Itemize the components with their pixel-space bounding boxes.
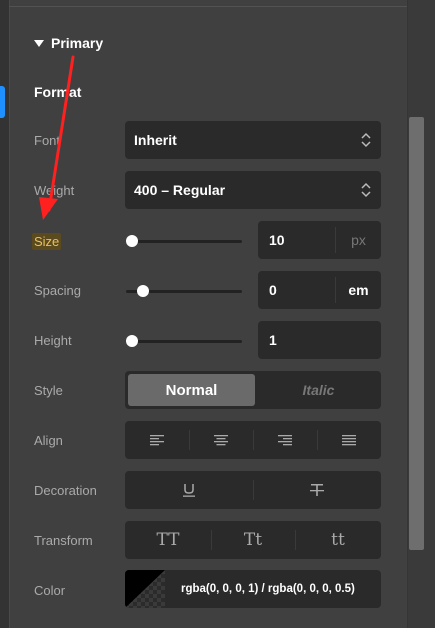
height-slider[interactable] [126, 331, 242, 351]
color-value: rgba(0, 0, 0, 1) / rgba(0, 0, 0, 0.5) [181, 583, 355, 595]
style-label: Style [34, 383, 63, 398]
decoration-label: Decoration [34, 483, 97, 498]
format-title: Format [34, 84, 82, 100]
chevron-updown-icon [361, 132, 371, 148]
scrollbar-thumb[interactable] [409, 117, 424, 550]
slider-track [126, 340, 242, 343]
triangle-down-icon [34, 39, 44, 47]
decoration-toggle [125, 471, 381, 509]
transform-capitalize-button[interactable]: Tt [211, 521, 295, 559]
align-label: Align [34, 433, 63, 448]
align-left-button[interactable] [125, 421, 189, 459]
style-toggle: Normal Italic [125, 371, 381, 409]
spacing-input[interactable]: 0 em [258, 271, 381, 309]
height-label: Height [34, 333, 72, 348]
style-normal-option[interactable]: Normal [128, 374, 255, 406]
size-slider[interactable] [126, 231, 242, 251]
transform-lowercase-button[interactable]: tt [295, 521, 381, 559]
spacing-value: 0 [269, 282, 277, 298]
active-indicator [0, 86, 5, 118]
spacing-slider[interactable] [126, 281, 242, 301]
slider-track [126, 240, 242, 243]
color-label: Color [34, 583, 66, 598]
size-value: 10 [269, 232, 285, 248]
align-toggle [125, 421, 381, 459]
section-toggle-primary[interactable]: Primary [34, 35, 103, 51]
transform-toggle: TT Tt tt [125, 521, 381, 559]
divider [9, 6, 407, 7]
font-label: Font [34, 133, 61, 148]
transform-label: Transform [34, 533, 93, 548]
style-italic-option[interactable]: Italic [256, 371, 381, 409]
strikethrough-button[interactable] [253, 471, 381, 509]
underline-icon [183, 484, 195, 497]
size-label: Size [32, 233, 62, 250]
font-select[interactable]: Inherit [125, 121, 381, 159]
height-input[interactable]: 1 [258, 321, 381, 359]
height-value: 1 [269, 332, 277, 348]
slider-handle[interactable] [137, 285, 149, 297]
color-swatch[interactable] [125, 570, 165, 608]
weight-select[interactable]: 400 – Regular [125, 171, 381, 209]
align-right-icon [278, 435, 292, 446]
transform-uppercase-button[interactable]: TT [125, 521, 211, 559]
align-justify-button[interactable] [317, 421, 381, 459]
align-justify-icon [342, 435, 356, 446]
align-right-button[interactable] [253, 421, 317, 459]
section-title: Primary [51, 35, 104, 51]
color-picker[interactable]: rgba(0, 0, 0, 1) / rgba(0, 0, 0, 0.5) [125, 570, 381, 608]
spacing-unit-toggle[interactable]: em [336, 282, 381, 298]
slider-handle[interactable] [126, 335, 138, 347]
strikethrough-icon [310, 484, 324, 496]
font-select-value: Inherit [134, 132, 177, 148]
spacing-label: Spacing [34, 283, 81, 298]
size-unit-toggle[interactable]: px [336, 232, 381, 248]
weight-label: Weight [34, 183, 75, 198]
weight-select-value: 400 – Regular [134, 182, 226, 198]
align-center-icon [214, 435, 228, 446]
align-center-button[interactable] [189, 421, 253, 459]
size-input[interactable]: 10 px [258, 221, 381, 259]
align-left-icon [150, 435, 164, 446]
slider-handle[interactable] [126, 235, 138, 247]
underline-button[interactable] [125, 471, 253, 509]
chevron-updown-icon [361, 182, 371, 198]
